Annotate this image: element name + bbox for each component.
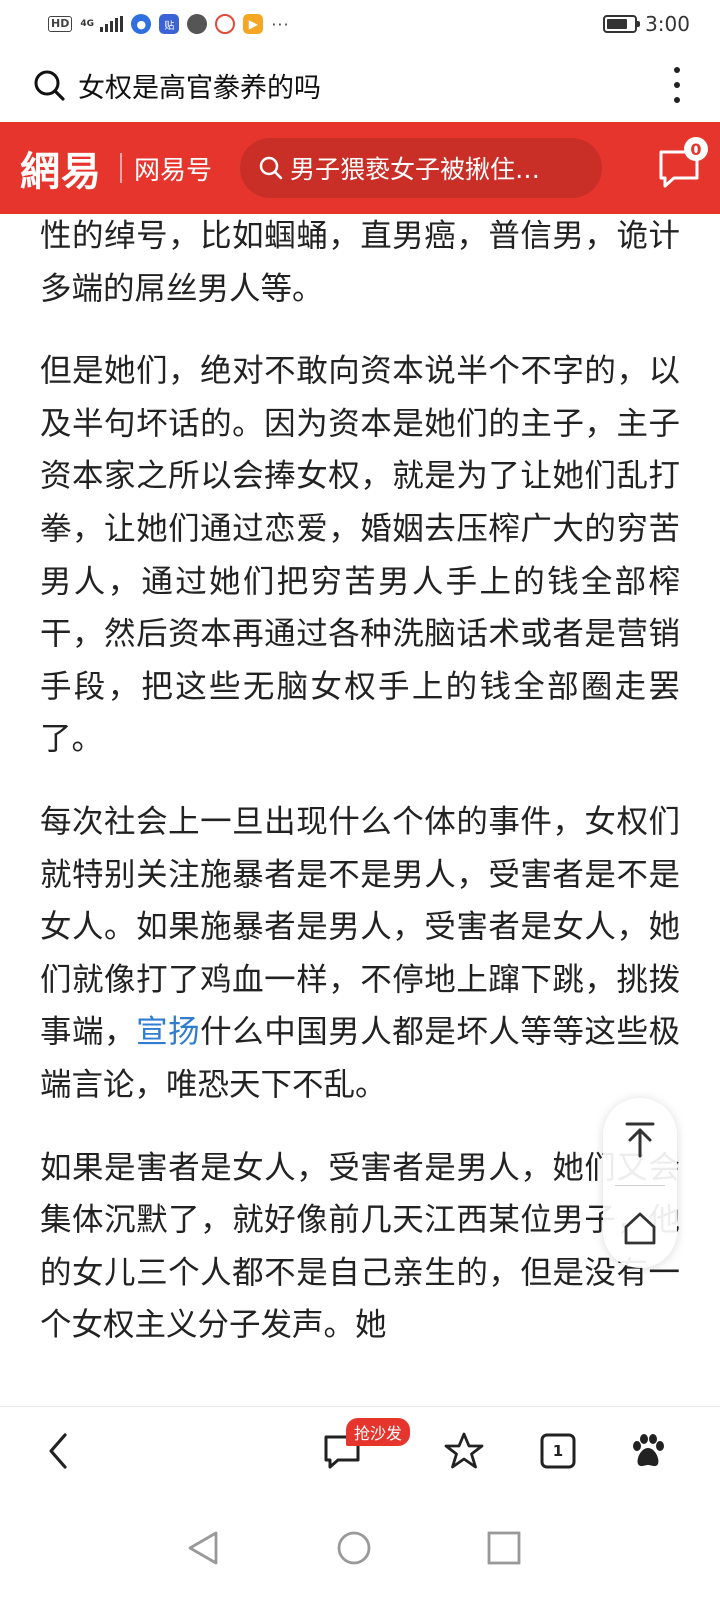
chevron-left-icon bbox=[49, 1433, 67, 1469]
baidu-button[interactable] bbox=[626, 1429, 670, 1473]
nav-home-icon[interactable] bbox=[334, 1528, 374, 1568]
article-body: 性的绰号，比如蝈蛹，直男癌，普信男，诡计多端的屌丝男人等。 但是她们，绝对不敢向… bbox=[40, 214, 680, 1406]
article-paragraph: 但是她们，绝对不敢向资本说半个不字的，以及半句坏话的。因为资本是她们的主子，主子… bbox=[40, 353, 680, 758]
message-count-badge: 0 bbox=[684, 137, 708, 161]
article-paragraph: 如果是害者是女人，受害者是男人，她们又会集体沉默了，就好像前几天江西某位男子，他… bbox=[40, 1149, 680, 1344]
chat-icon bbox=[187, 14, 208, 34]
tab-count: 1 bbox=[552, 1442, 564, 1460]
search-icon bbox=[34, 70, 65, 101]
netease-search-text: 男子猥亵女子被揪住… bbox=[290, 155, 541, 184]
netease-hao-label[interactable]: 网易号 bbox=[134, 150, 212, 187]
hd-indicator: HD bbox=[48, 16, 73, 32]
keyword-link[interactable]: 宣扬 bbox=[136, 1014, 200, 1050]
more-notifications-icon: ··· bbox=[271, 14, 290, 34]
article-paragraph: 性的绰号，比如蝈蛹，直男癌，普信男，诡计多端的屌丝男人等。 bbox=[40, 218, 680, 307]
netease-logo[interactable]: 網易 bbox=[20, 139, 102, 197]
home-icon[interactable] bbox=[622, 1210, 658, 1246]
tabs-button[interactable]: 1 bbox=[536, 1429, 580, 1473]
system-navigation-bar bbox=[0, 1494, 720, 1600]
back-button[interactable] bbox=[36, 1429, 80, 1473]
camera-icon bbox=[215, 14, 236, 34]
floating-separator bbox=[615, 1184, 665, 1186]
article-paragraph: 每次社会上一旦出现什么个体的事件，女权们就特别关注施暴者是不是男人，受害者是不是… bbox=[40, 796, 680, 1112]
clock: 3:00 bbox=[645, 12, 690, 36]
message-button[interactable]: 0 bbox=[656, 137, 708, 191]
search-icon bbox=[259, 156, 283, 180]
search-query[interactable]: 女权是高官豢养的吗 bbox=[78, 66, 662, 105]
baidu-icon: ● bbox=[131, 14, 152, 34]
more-menu-icon[interactable] bbox=[662, 65, 692, 105]
browser-search-bar[interactable]: 女权是高官豢养的吗 bbox=[0, 48, 720, 122]
battery-icon bbox=[603, 15, 641, 33]
tieba-icon: 贴 bbox=[159, 14, 180, 34]
star-icon bbox=[444, 1432, 484, 1469]
nav-back-icon[interactable] bbox=[184, 1528, 224, 1568]
network-type: 4G bbox=[80, 18, 94, 29]
baidu-paw-icon bbox=[633, 1434, 664, 1467]
status-bar: HD 4G ● 贴 ▶ ··· 3:00 bbox=[0, 0, 720, 48]
sofa-badge: 抢沙发 bbox=[346, 1418, 411, 1446]
nav-recents-icon[interactable] bbox=[484, 1528, 524, 1568]
back-to-top-icon[interactable] bbox=[623, 1120, 657, 1160]
status-icons: HD 4G ● 贴 ▶ ··· bbox=[48, 14, 290, 34]
favorite-button[interactable] bbox=[442, 1429, 486, 1473]
header-divider bbox=[120, 153, 122, 183]
signal-icon bbox=[100, 16, 124, 32]
netease-header: 網易 网易号 男子猥亵女子被揪住… 0 bbox=[0, 122, 720, 214]
netease-search-box[interactable]: 男子猥亵女子被揪住… bbox=[240, 138, 603, 198]
video-icon: ▶ bbox=[243, 14, 264, 34]
floating-toolbar bbox=[603, 1098, 677, 1268]
